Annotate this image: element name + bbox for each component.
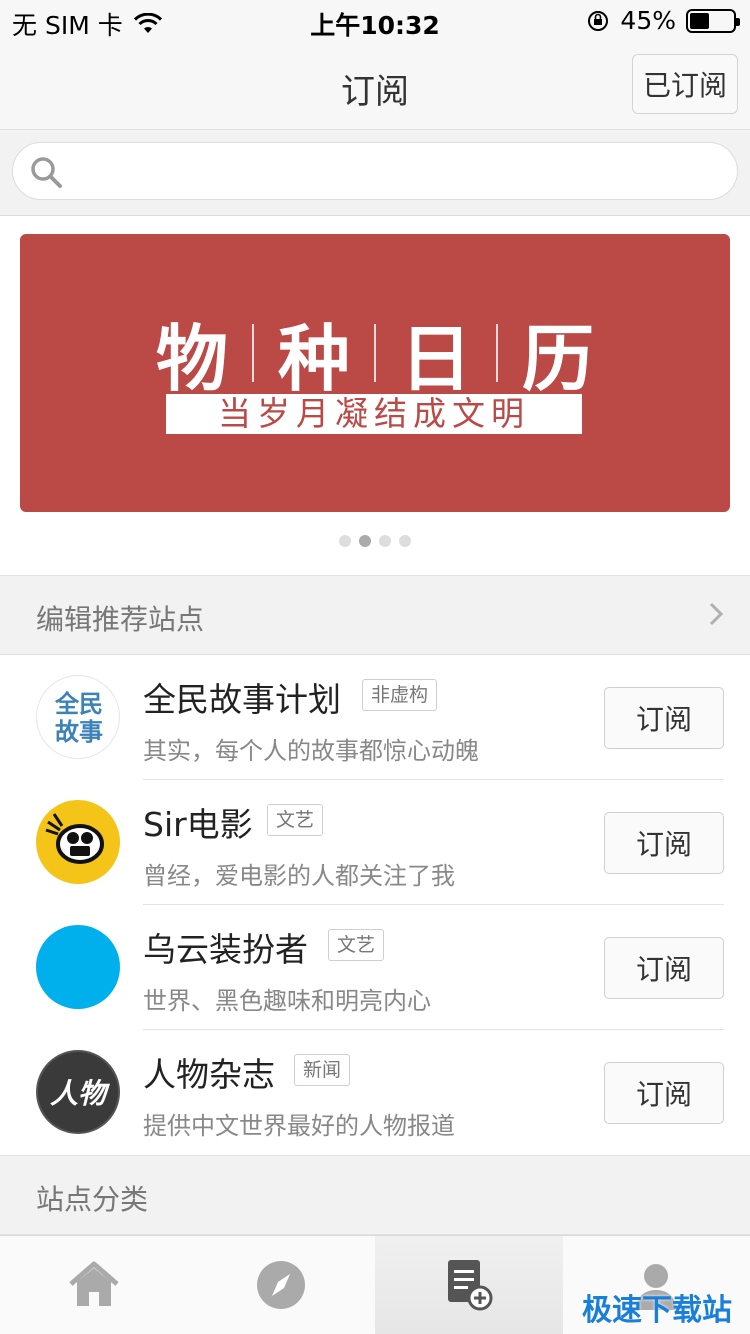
- site-description: 提供中文世界最好的人物报道: [143, 1112, 455, 1140]
- search-input[interactable]: [73, 151, 713, 191]
- recommended-header[interactable]: 编辑推荐站点: [0, 575, 750, 655]
- tab-home[interactable]: [0, 1236, 188, 1334]
- battery-cap: [736, 17, 740, 26]
- recommended-list: 全民故事 全民故事计划 非虚构 其实，每个人的故事都惊心动魄 订阅 Sir电影 …: [0, 655, 750, 1155]
- banner-title-char: 历: [522, 316, 595, 401]
- subscribe-button[interactable]: 订阅: [604, 687, 724, 749]
- navigation-bar: 订阅 已订阅: [0, 42, 750, 130]
- category-tag: 文艺: [328, 929, 385, 961]
- subscribed-button[interactable]: 已订阅: [632, 54, 738, 114]
- banner-title-char: 物: [155, 316, 228, 401]
- site-name: 全民故事计划: [143, 680, 341, 719]
- category-tag: 新闻: [294, 1054, 351, 1086]
- subscribe-button[interactable]: 订阅: [604, 937, 724, 999]
- site-name: 人物杂志: [143, 1055, 275, 1094]
- magazine-logo-icon: 人物: [36, 1050, 120, 1134]
- tab-subscribe[interactable]: [375, 1236, 563, 1334]
- category-tag: 文艺: [267, 804, 324, 836]
- story-logo-icon: 全民故事: [36, 675, 120, 759]
- list-item[interactable]: 乌云装扮者 文艺 世界、黑色趣味和明亮内心 订阅: [0, 905, 750, 1030]
- subscribe-button[interactable]: 订阅: [604, 812, 724, 874]
- film-camera-graphic: [45, 813, 104, 864]
- banner-title-char: 种: [277, 316, 350, 401]
- chevron-right-icon: [709, 602, 724, 626]
- banner-title-char: 日: [400, 316, 473, 401]
- home-icon: [69, 1261, 119, 1306]
- banner-title: 物 种 日 历: [20, 300, 730, 405]
- categories-header[interactable]: 站点分类: [0, 1155, 750, 1235]
- site-description: 世界、黑色趣味和明亮内心: [143, 987, 431, 1015]
- page-dot[interactable]: [359, 535, 371, 547]
- page-dot[interactable]: [399, 535, 411, 547]
- list-item[interactable]: 全民故事 全民故事计划 非虚构 其实，每个人的故事都惊心动魄 订阅: [0, 655, 750, 780]
- compass-icon: [257, 1261, 306, 1309]
- avatar-logo-text: 全民故事: [55, 690, 103, 746]
- banner-carousel[interactable]: 物 种 日 历 当岁月凝结成文明: [20, 234, 730, 512]
- banner-subtitle: 当岁月凝结成文明: [166, 394, 582, 434]
- page-indicator[interactable]: [0, 535, 750, 547]
- search-box[interactable]: [12, 142, 738, 200]
- recommended-header-label: 编辑推荐站点: [36, 603, 205, 636]
- watermark: 极速下载站: [582, 1293, 732, 1328]
- status-right: 45%: [586, 6, 740, 35]
- site-name: Sir电影: [143, 805, 253, 844]
- film-camera-icon: [36, 800, 120, 884]
- status-bar: 无 SIM 卡 上午10:32 45%: [0, 0, 750, 42]
- avatar-logo-text: 人物: [49, 1077, 106, 1110]
- battery-level: [690, 12, 709, 29]
- list-item[interactable]: 人物 人物杂志 新闻 提供中文世界最好的人物报道 订阅: [0, 1030, 750, 1155]
- battery-icon: [686, 8, 740, 33]
- page-dot[interactable]: [379, 535, 391, 547]
- search-area: [0, 130, 750, 216]
- battery-percent: 45%: [620, 6, 676, 35]
- site-description: 曾经，爱电影的人都关注了我: [143, 862, 455, 890]
- blue-circle-icon: [36, 925, 120, 1009]
- page-dot[interactable]: [339, 535, 351, 547]
- tab-discover[interactable]: [188, 1236, 376, 1334]
- search-icon: [31, 157, 62, 188]
- category-tag: 非虚构: [362, 679, 438, 711]
- categories-header-label: 站点分类: [36, 1183, 149, 1216]
- site-description: 其实，每个人的故事都惊心动魄: [143, 737, 479, 765]
- subscribe-add-icon: [447, 1260, 493, 1311]
- list-item[interactable]: Sir电影 文艺 曾经，爱电影的人都关注了我 订阅: [0, 780, 750, 905]
- subscribe-button[interactable]: 订阅: [604, 1062, 724, 1124]
- site-name: 乌云装扮者: [143, 930, 308, 969]
- orientation-lock-icon: [588, 10, 609, 31]
